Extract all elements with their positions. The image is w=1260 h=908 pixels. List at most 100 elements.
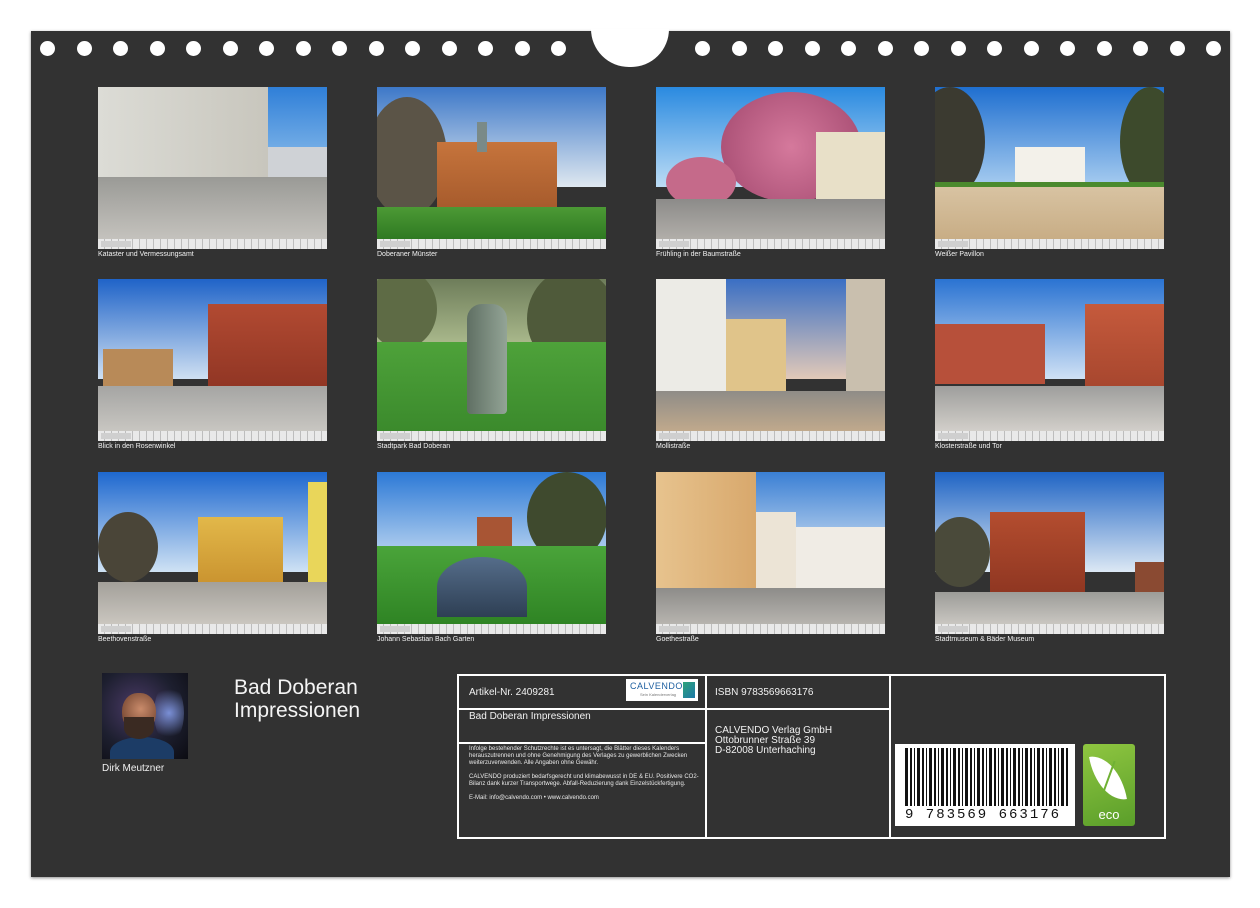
- binding-hole: [332, 41, 347, 56]
- barcode-bar: [1061, 748, 1064, 806]
- binding-hole: [405, 41, 420, 56]
- author-portrait: [102, 673, 188, 759]
- barcode-bar: [946, 748, 948, 806]
- barcode-bar: [989, 748, 992, 806]
- publisher-column: ISBN 9783569663176 CALVENDO Verlag GmbH …: [707, 676, 891, 837]
- barcode-bar: [905, 748, 908, 806]
- barcode-bars: [905, 748, 1068, 806]
- barcode-bar: [986, 748, 987, 806]
- photo-beethovenstrasse: [98, 472, 327, 634]
- barcode-bar: [922, 748, 924, 806]
- photo-rosenwinkel: [98, 279, 327, 441]
- photo-caption: Beethovenstraße: [98, 636, 152, 643]
- barcode: 9 783569 663176: [895, 744, 1075, 826]
- leaf-icon: [1089, 751, 1127, 805]
- barcode-bar: [1010, 748, 1011, 806]
- binding-hole: [259, 41, 274, 56]
- publisher-city: D-82008 Unterhaching: [715, 745, 816, 756]
- photo-caption: Goethestraße: [656, 636, 699, 643]
- binding-hole: [768, 41, 783, 56]
- photo-bachgarten: [377, 472, 606, 634]
- barcode-bar: [1034, 748, 1035, 806]
- binding-hole: [76, 41, 92, 56]
- barcode-bar: [1037, 748, 1040, 806]
- photo-kataster: [98, 87, 327, 249]
- barcode-bar: [917, 748, 920, 806]
- binding-hole: [441, 41, 457, 56]
- photo-stadtmuseum: [935, 472, 1164, 634]
- photo-goethestrasse: [656, 472, 885, 634]
- binding-hole: [149, 41, 165, 56]
- photo-mollistrasse: [656, 279, 885, 441]
- binding-hole: [222, 41, 238, 56]
- barcode-bar: [938, 748, 939, 806]
- binding-hole: [478, 41, 493, 56]
- logo-mark-icon: [683, 682, 695, 698]
- barcode-bar: [1001, 748, 1004, 806]
- photo-caption: Klosterstraße und Tor: [935, 443, 1002, 450]
- binding-hole: [914, 41, 929, 56]
- contact-line: E-Mail: info@calvendo.com • www.calvendo…: [469, 795, 599, 801]
- binding-hole: [841, 41, 856, 56]
- photo-caption: Weißer Pavillon: [935, 251, 984, 258]
- barcode-bar: [953, 748, 956, 806]
- barcode-bar: [910, 748, 912, 806]
- barcode-bar: [1046, 748, 1047, 806]
- photo-stadtpark: [377, 279, 606, 441]
- barcode-bar: [1030, 748, 1032, 806]
- binding-hole: [368, 41, 384, 56]
- calvendo-logo: CALVENDO Sein Kalenderverlag: [626, 679, 698, 701]
- photo-caption: Mollistraße: [656, 443, 691, 450]
- barcode-bar: [1025, 748, 1028, 806]
- binding-hole: [987, 41, 1002, 56]
- binding-hole: [731, 41, 747, 56]
- hanging-hole: [591, 29, 669, 67]
- photo-caption: Kataster und Vermessungsamt: [98, 251, 194, 258]
- article-column: Artikel-Nr. 2409281 CALVENDO Sein Kalend…: [459, 676, 707, 837]
- barcode-number: 9 783569 663176: [905, 807, 1062, 823]
- binding-hole: [950, 41, 966, 56]
- author-name: Dirk Meutzner: [102, 763, 165, 774]
- publisher-address: CALVENDO Verlag GmbH Ottobrunner Straße …: [715, 726, 832, 756]
- legal-text: Infolge bestehender Schutzrechte ist es …: [469, 746, 701, 809]
- barcode-bar: [1042, 748, 1044, 806]
- binding-hole: [1023, 41, 1039, 56]
- binding-hole: [551, 41, 566, 56]
- barcode-bar: [962, 748, 963, 806]
- barcode-bar: [1006, 748, 1008, 806]
- binding-hole: [804, 41, 820, 56]
- photo-caption: Doberaner Münster: [377, 251, 438, 258]
- photo-caption: Johann Sebastian Bach Garten: [377, 636, 475, 643]
- binding-hole: [1169, 41, 1185, 56]
- barcode-bar: [994, 748, 996, 806]
- barcode-bar: [974, 748, 975, 806]
- eco-label: eco: [1098, 807, 1120, 822]
- calendar-back-page: Kataster und Vermessungsamt Doberaner Mü…: [31, 29, 1230, 877]
- copyright-notice: Infolge bestehender Schutzrechte ist es …: [469, 746, 688, 766]
- article-number-row: Artikel-Nr. 2409281 CALVENDO Sein Kalend…: [459, 676, 705, 710]
- barcode-bar: [934, 748, 936, 806]
- isbn: ISBN 9783569663176: [715, 687, 814, 698]
- binding-hole: [514, 41, 530, 56]
- sustainability-notice: CALVENDO produziert bedarfsgerecht und k…: [469, 774, 699, 787]
- divider: [707, 708, 889, 710]
- barcode-bar: [982, 748, 984, 806]
- binding-hole: [1133, 41, 1148, 56]
- binding-hole: [186, 41, 201, 56]
- barcode-bar: [1066, 748, 1068, 806]
- binding-hole: [40, 41, 55, 56]
- barcode-bar: [950, 748, 951, 806]
- barcode-bar: [926, 748, 927, 806]
- barcode-bar: [970, 748, 972, 806]
- barcode-bar: [977, 748, 980, 806]
- barcode-bar: [998, 748, 999, 806]
- binding-hole: [695, 41, 710, 56]
- photo-caption: Blick in den Rosenwinkel: [98, 443, 176, 450]
- barcode-bar: [1013, 748, 1016, 806]
- photo-muenster: [377, 87, 606, 249]
- calendar-title: Bad Doberan Impressionen: [234, 676, 360, 722]
- binding-hole: [1206, 41, 1221, 56]
- photo-klosterstrasse: [935, 279, 1164, 441]
- product-info-box: Artikel-Nr. 2409281 CALVENDO Sein Kalend…: [457, 674, 1166, 839]
- title-line-1: Bad Doberan: [234, 676, 358, 699]
